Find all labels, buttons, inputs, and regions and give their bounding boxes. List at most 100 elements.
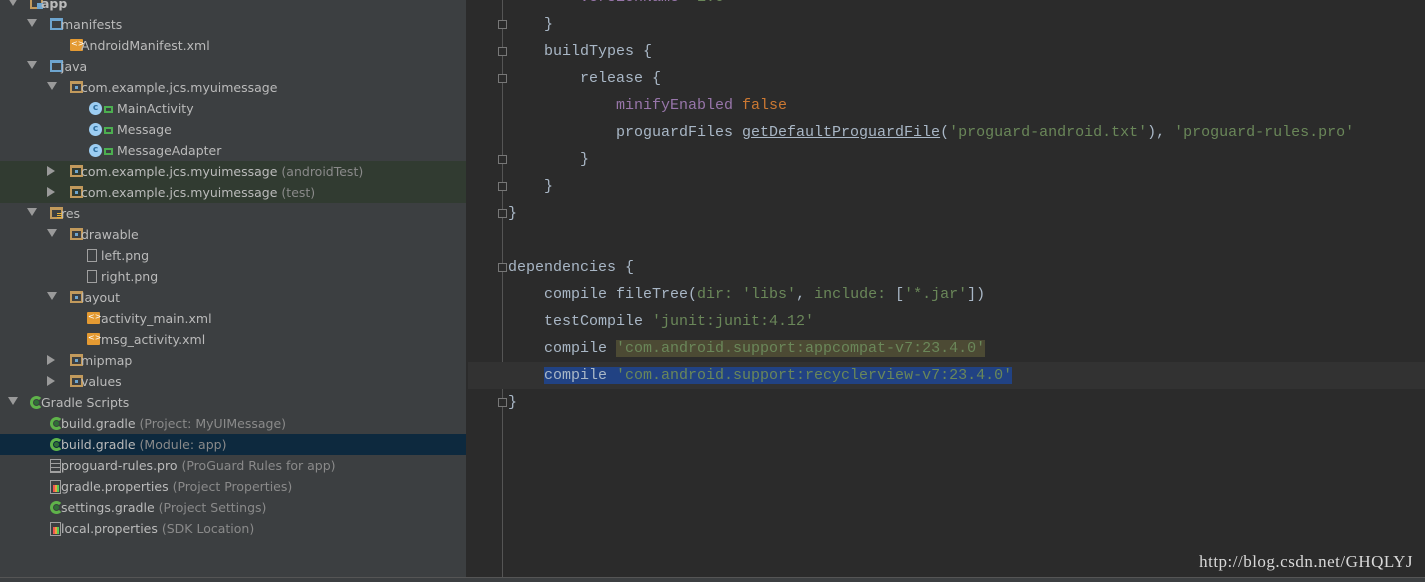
fold-marker-icon[interactable] [498,398,507,407]
item-name: res [61,205,81,221]
tree-item[interactable]: Gradle Scripts [0,392,466,413]
code-line[interactable]: } [468,173,1425,200]
item-name: build.gradle [61,436,136,452]
chevron-right-icon[interactable] [47,354,55,365]
tree-item[interactable]: settings.gradle (Project Settings) [0,497,466,518]
item-name: manifests [61,16,123,32]
code-line[interactable]: dependencies { [468,254,1425,281]
code-token: minifyEnabled [616,97,743,114]
tree-item[interactable]: drawable [0,224,466,245]
code-line[interactable]: } [468,11,1425,38]
tree-item-label: left.png [101,248,149,263]
code-token: ( [940,124,950,141]
code-line[interactable]: compile 'com.android.support:recyclervie… [468,362,1425,389]
code-token: } [544,16,554,33]
tree-item-label: layout [81,290,120,305]
item-name: left.png [101,247,150,263]
code-line[interactable]: } [468,389,1425,416]
tree-item[interactable]: build.gradle (Module: app) [0,433,466,455]
xml-icon [87,332,101,345]
watermark: http://blog.csdn.net/GHQLYJ [1199,552,1413,571]
item-name: java [61,58,88,74]
tree-item[interactable]: gradle.properties (Project Properties) [0,476,466,497]
code-editor[interactable]: versionName "1.0"} buildTypes {release {m… [468,0,1425,577]
chevron-down-icon[interactable] [27,18,37,27]
code-line[interactable]: testCompile 'junit:junit:4.12' [468,308,1425,335]
tree-item-label: msg_activity.xml [101,332,205,347]
tree-item[interactable]: res [0,203,466,224]
tree-item-label: local.properties (SDK Location) [61,521,254,536]
code-line[interactable] [468,227,1425,254]
code-line[interactable]: } [468,146,1425,173]
tree-item[interactable]: AndroidManifest.xml [0,35,466,56]
fold-marker-icon[interactable] [498,209,507,218]
chevron-down-icon[interactable] [8,0,18,6]
code-line[interactable]: buildTypes { [468,38,1425,65]
item-name: values [81,373,122,389]
project-tree[interactable]: app manifests AndroidManifest.xml java com.e… [0,0,467,582]
unlock-icon [104,147,113,155]
code-line[interactable]: release { [468,65,1425,92]
tree-item[interactable]: right.png [0,266,466,287]
tree-item[interactable]: msg_activity.xml [0,329,466,350]
fold-marker-icon[interactable] [498,182,507,191]
item-name: drawable [81,226,139,242]
code-line[interactable]: compile fileTree(dir: 'libs', include: [… [468,281,1425,308]
tree-item[interactable]: manifests [0,14,466,35]
chevron-right-icon[interactable] [47,375,55,386]
chevron-down-icon[interactable] [47,291,57,300]
tree-item[interactable]: build.gradle (Project: MyUIMessage) [0,413,466,434]
tree-item-label: mipmap [81,353,132,368]
item-name: layout [81,289,121,305]
tree-item[interactable]: proguard-rules.pro (ProGuard Rules for a… [0,455,466,476]
chevron-right-icon[interactable] [47,165,55,176]
code-line[interactable]: proguardFiles getDefaultProguardFile('pr… [468,119,1425,146]
code-token: } [508,205,518,222]
fold-marker-icon[interactable] [498,20,507,29]
tree-item[interactable]: c MessageAdapter [0,140,466,161]
chevron-down-icon[interactable] [8,396,18,405]
fold-marker-icon[interactable] [498,155,507,164]
code-token: include: [814,286,896,303]
code-token: 'com.android.support:appcompat-v7:23.4.0… [616,340,986,357]
fold-marker-icon[interactable] [498,47,507,56]
chevron-down-icon[interactable] [47,81,57,90]
tree-item[interactable]: local.properties (SDK Location) [0,518,466,539]
xml-icon [87,311,101,324]
tree-item[interactable]: activity_main.xml [0,308,466,329]
tree-item[interactable]: mipmap [0,350,466,371]
tree-item[interactable]: c MainActivity [0,98,466,119]
item-hint: (androidTest) [281,163,364,179]
tree-item[interactable]: com.example.jcs.myuimessage (androidTest… [0,160,466,182]
tree-item-label: Gradle Scripts [41,395,129,410]
tree-item-label: activity_main.xml [101,311,212,326]
code-token: 'junit:junit:4.12' [652,313,815,330]
item-hint: (Project Settings) [158,499,267,515]
tree-item[interactable]: com.example.jcs.myuimessage [0,77,466,98]
tree-item-label: drawable [81,227,139,242]
tree-item-label: MainActivity [117,101,194,116]
tree-item[interactable]: java [0,56,466,77]
tree-item[interactable]: com.example.jcs.myuimessage (test) [0,181,466,203]
code-line[interactable]: versionName "1.0" [468,0,1425,11]
tree-item[interactable]: layout [0,287,466,308]
code-line[interactable]: minifyEnabled false [468,92,1425,119]
chevron-down-icon[interactable] [27,60,37,69]
chevron-right-icon[interactable] [47,186,55,197]
props-icon [50,479,61,494]
item-name: Message [117,121,172,137]
tree-item[interactable]: left.png [0,245,466,266]
code-token: ]) [967,286,986,303]
fold-marker-icon[interactable] [498,74,507,83]
chevron-down-icon[interactable] [47,228,57,237]
item-name: com.example.jcs.myuimessage [81,79,278,95]
code-line[interactable]: compile 'com.android.support:appcompat-v… [468,335,1425,362]
fold-marker-icon[interactable] [498,263,507,272]
code-token: compile fileTree( [544,286,698,303]
tree-item[interactable]: c Message [0,119,466,140]
tree-item[interactable]: values [0,371,466,392]
code-line[interactable]: } [468,200,1425,227]
tree-item-label: AndroidManifest.xml [81,38,210,53]
chevron-down-icon[interactable] [27,207,37,216]
tree-item[interactable]: app [0,0,466,14]
